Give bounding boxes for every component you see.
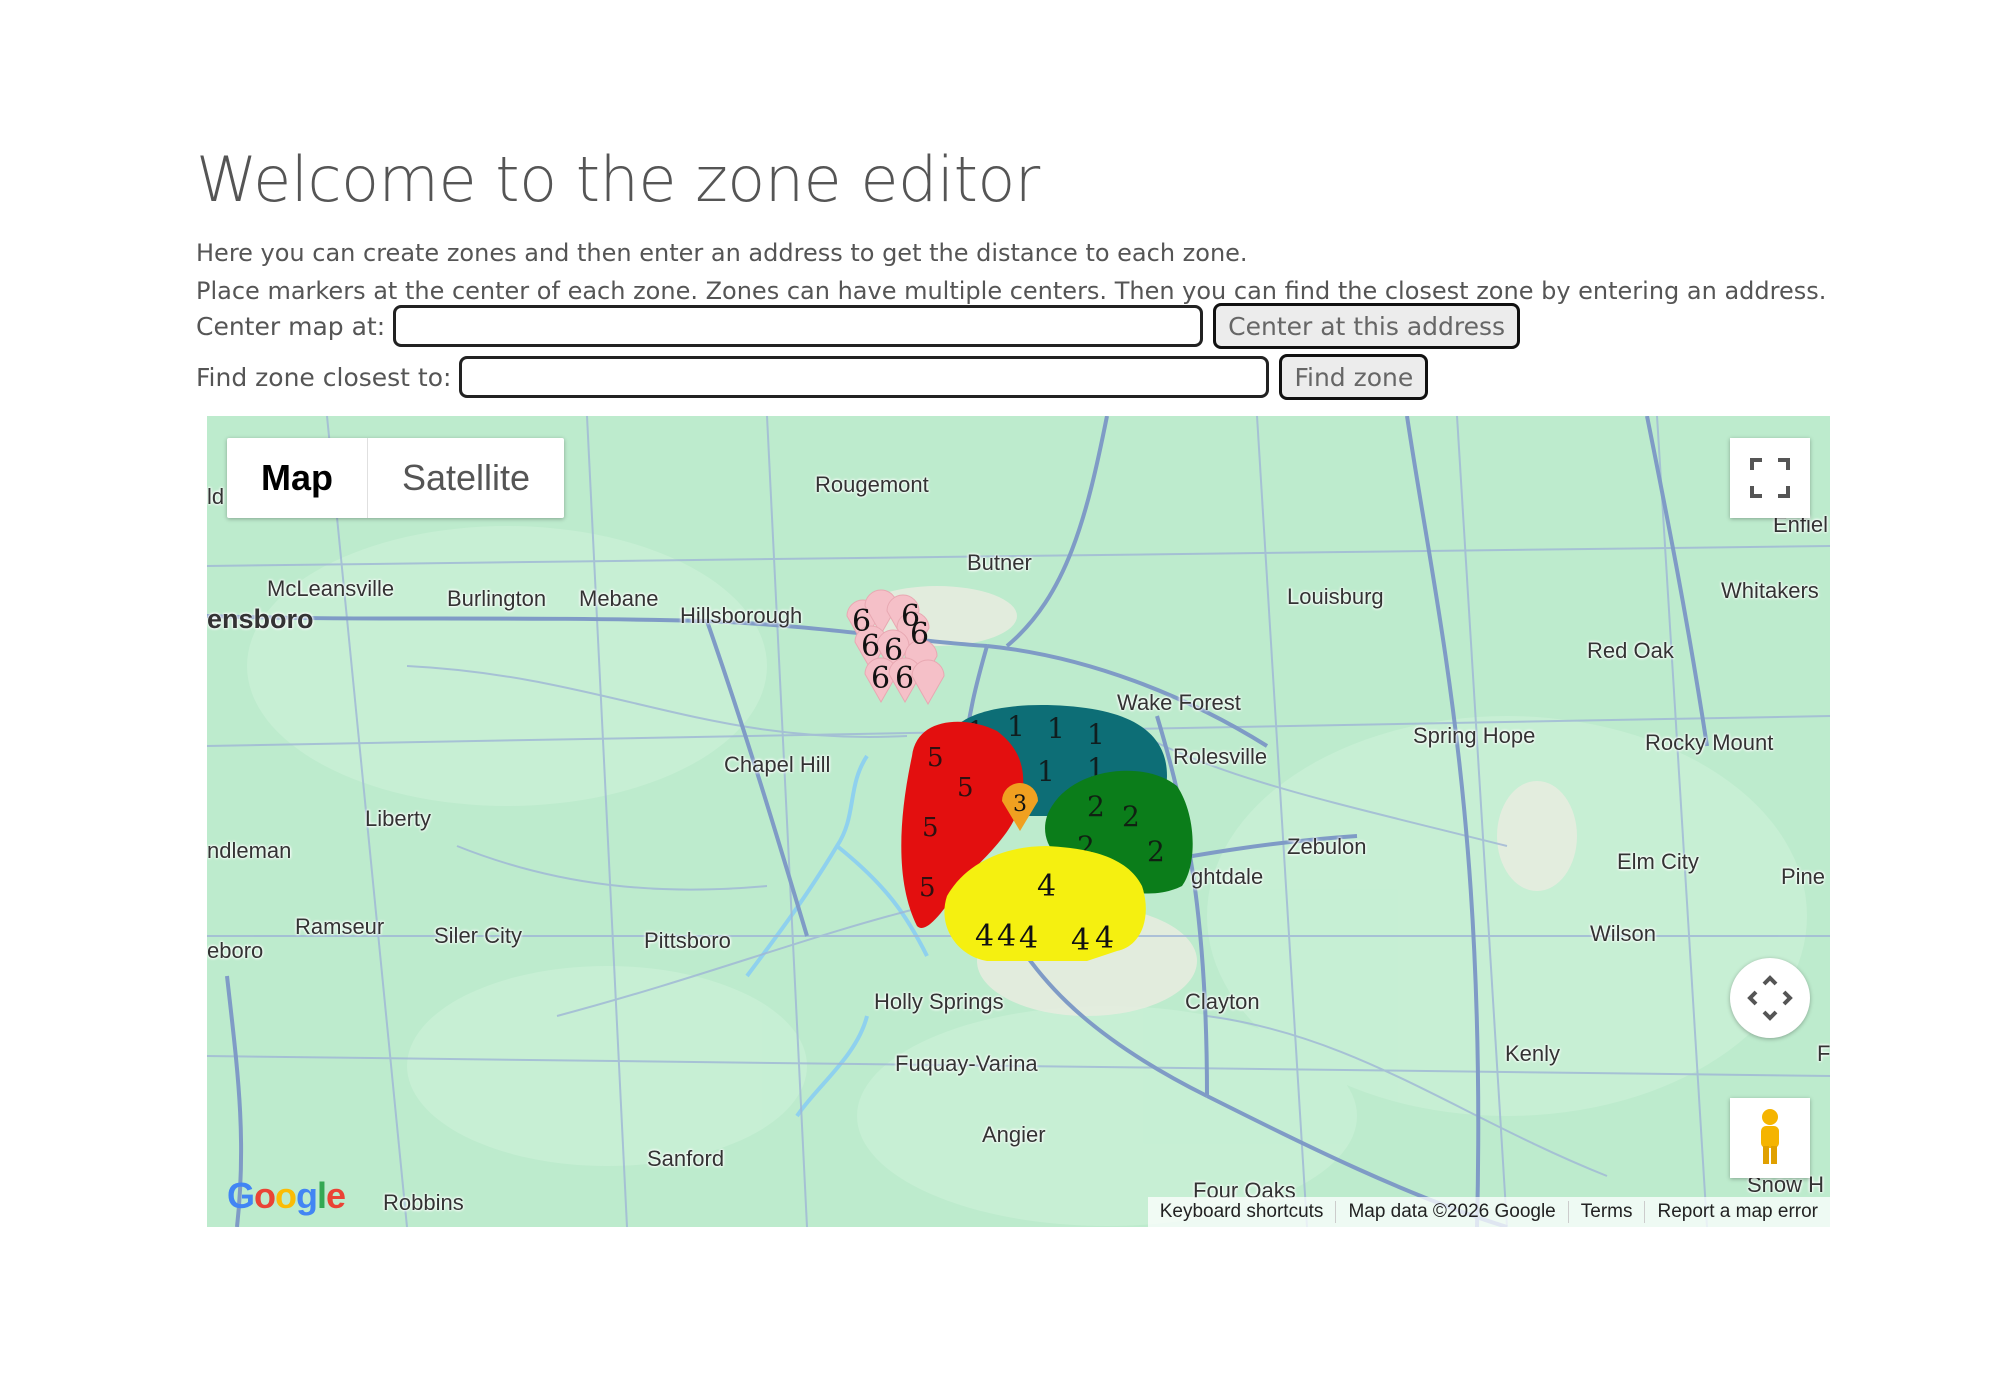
- zone-2-marker-label: 2: [1147, 835, 1165, 868]
- report-map-error-link[interactable]: Report a map error: [1645, 1201, 1830, 1223]
- find-zone-row: Find zone closest to: Find zone: [196, 354, 1429, 400]
- center-map-label: Center map at:: [196, 311, 386, 341]
- zone-4-marker-label: 4: [1095, 921, 1114, 956]
- place-label: Red Oak: [1587, 638, 1674, 663]
- zone-6-marker-label: 6: [910, 617, 929, 652]
- fullscreen-icon: [1750, 458, 1790, 498]
- zone-markers-layer: 6 6 6 6 6 6 6 1 1 1 1 1 1 1: [846, 589, 1193, 961]
- center-at-address-button[interactable]: Center at this address: [1213, 303, 1521, 349]
- keyboard-shortcuts-link[interactable]: Keyboard shortcuts: [1148, 1201, 1337, 1223]
- place-label: Pine: [1781, 864, 1826, 889]
- map-type-map-button[interactable]: Map: [227, 438, 368, 518]
- place-label: Hillsborough: [680, 603, 803, 628]
- zone-1-marker-label: 1: [1007, 710, 1025, 743]
- find-zone-input[interactable]: [459, 356, 1270, 398]
- map-footer: Keyboard shortcuts Map data ©2026 Google…: [1147, 1197, 1830, 1227]
- place-label: Rocky Mount: [1645, 730, 1774, 755]
- place-label: Burlington: [447, 586, 547, 611]
- zone-6-marker-label: 6: [861, 629, 880, 664]
- zone-4-marker-label: 4: [1019, 921, 1038, 956]
- pegman-icon: [1761, 1109, 1779, 1164]
- map-type-satellite-button[interactable]: Satellite: [368, 438, 564, 518]
- place-label: Mebane: [579, 586, 659, 611]
- place-label: Wake Forest: [1117, 690, 1241, 715]
- place-label: Rolesville: [1173, 744, 1268, 769]
- place-label: ghtdale: [1191, 864, 1264, 889]
- place-label: Angier: [982, 1122, 1046, 1147]
- center-map-input[interactable]: [393, 305, 1204, 347]
- zone-4-marker-label: 4: [997, 919, 1016, 954]
- place-label: McLeansville: [267, 576, 395, 601]
- google-logo: Google: [227, 1175, 346, 1216]
- zone-6-marker-label: 6: [895, 661, 914, 696]
- place-label: Chapel Hill: [724, 752, 831, 777]
- place-label: Elm City: [1617, 849, 1699, 874]
- map-canvas[interactable]: 6 6 6 6 6 6 6 1 1 1 1 1 1 1: [207, 416, 1830, 1227]
- zone-6-marker-label: 6: [871, 661, 890, 696]
- place-label: eboro: [207, 938, 264, 963]
- place-label: Liberty: [365, 806, 432, 831]
- place-label: Butner: [967, 550, 1032, 575]
- camera-control-icon: [1747, 975, 1793, 1021]
- zone-4-marker-label: 4: [1071, 923, 1090, 958]
- place-label: Zebulon: [1287, 834, 1367, 859]
- find-zone-label: Find zone closest to:: [196, 362, 452, 392]
- place-label: Wilson: [1590, 921, 1657, 946]
- place-label: Kenly: [1505, 1041, 1561, 1066]
- street-view-button[interactable]: [1730, 1098, 1810, 1178]
- zone-1-marker-label: 1: [1047, 712, 1065, 745]
- zone-5-marker-label: 5: [927, 743, 944, 773]
- camera-control-button[interactable]: [1730, 958, 1810, 1038]
- intro-text: Here you can create zones and then enter…: [196, 234, 1856, 310]
- place-label: ndleman: [207, 838, 292, 863]
- map-data-attribution: Map data ©2026 Google: [1336, 1201, 1569, 1223]
- fullscreen-button[interactable]: [1730, 438, 1810, 518]
- place-label: Spring Hope: [1413, 723, 1536, 748]
- place-label: Ramseur: [295, 914, 385, 939]
- zone-2-marker-label: 2: [1122, 800, 1140, 833]
- center-map-row: Center map at: Center at this address: [196, 303, 1521, 349]
- zone-1-marker-label: 1: [1087, 718, 1105, 751]
- place-label: ensboro: [207, 604, 314, 634]
- place-label: Clayton: [1185, 989, 1260, 1014]
- place-label: Fuquay-Varina: [895, 1051, 1038, 1076]
- zone-5-marker-label: 5: [957, 773, 974, 803]
- map-type-control: Map Satellite: [227, 438, 565, 518]
- place-label: Pittsboro: [644, 928, 731, 953]
- zone-5-marker-label: 5: [919, 873, 936, 903]
- zone-editor-page: Welcome to the zone editor Here you can …: [196, 140, 1856, 310]
- zone-3-marker-label: 3: [1013, 792, 1027, 817]
- place-label: Sanford: [647, 1146, 725, 1171]
- zone-2-marker-label: 2: [1087, 790, 1105, 823]
- place-label: Siler City: [434, 923, 523, 948]
- place-label: Louisburg: [1287, 584, 1384, 609]
- place-label: Robbins: [383, 1190, 464, 1215]
- place-label: Holly Springs: [874, 989, 1004, 1014]
- place-label: Rougemont: [815, 472, 929, 497]
- zone-5-marker-label: 5: [922, 813, 939, 843]
- find-zone-button[interactable]: Find zone: [1279, 354, 1429, 400]
- zone-4-marker-label: 4: [975, 919, 994, 954]
- place-label: Whitakers: [1721, 578, 1819, 603]
- zone-6-cluster[interactable]: 6 6 6 6 6 6 6: [846, 589, 945, 706]
- place-label: F: [1817, 1041, 1830, 1066]
- page-title: Welcome to the zone editor: [196, 143, 1040, 216]
- zone-4-marker-label: 4: [1037, 869, 1056, 904]
- place-label: ld: [207, 484, 225, 509]
- zone-1-marker-label: 1: [1037, 755, 1055, 788]
- terms-link[interactable]: Terms: [1569, 1201, 1646, 1223]
- intro-line-1: Here you can create zones and then enter…: [196, 239, 1248, 267]
